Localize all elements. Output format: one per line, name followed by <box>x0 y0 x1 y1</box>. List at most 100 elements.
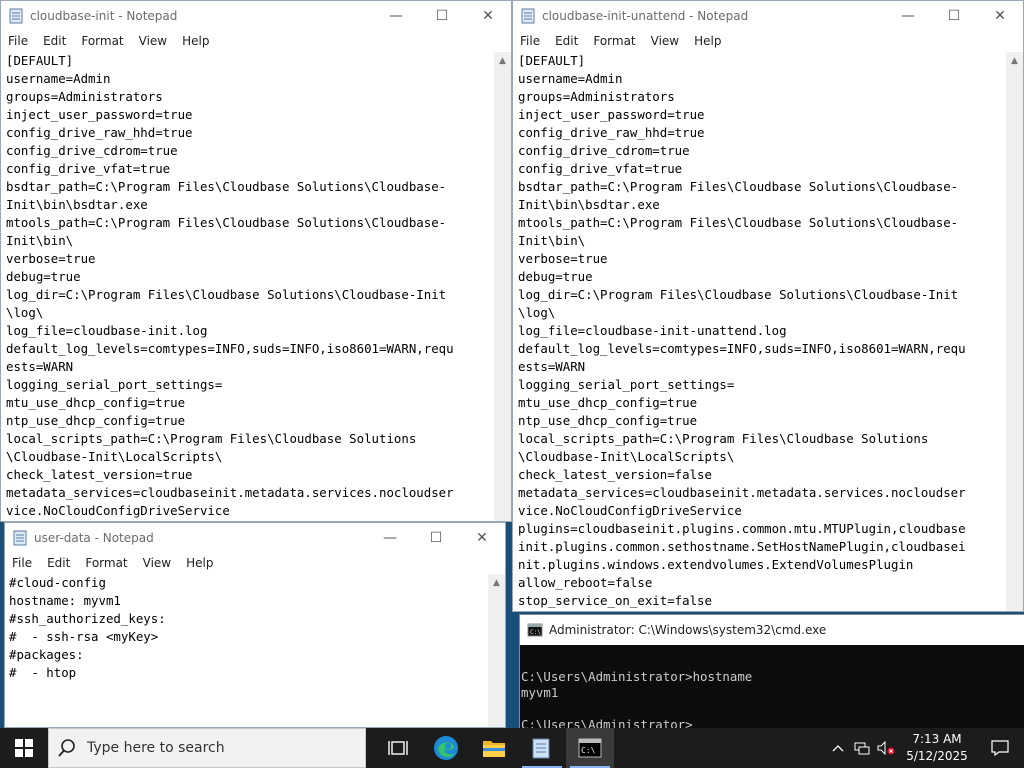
console-output[interactable]: C:\Users\Administrator>hostname myvm1 C:\… <box>520 645 1024 729</box>
close-button[interactable]: ✕ <box>977 1 1023 31</box>
file-explorer-taskbar-button[interactable] <box>470 728 518 768</box>
menu-edit[interactable]: Edit <box>36 34 74 48</box>
text-editor[interactable]: [DEFAULT] username=Admin groups=Administra… <box>1 52 494 521</box>
text-line: logging_serial_port_settings= <box>518 377 735 392</box>
menu-view[interactable]: View <box>132 34 175 48</box>
notepad-window-user-data[interactable]: user-data - Notepad — ☐ ✕ File Edit Form… <box>4 522 506 728</box>
text-editor[interactable]: [DEFAULT] username=Admin groups=Administra… <box>513 52 1006 611</box>
menu-file[interactable]: File <box>1 34 36 48</box>
text-line: log_dir=C:\Program Files\Cloudbase Solut… <box>518 287 959 302</box>
scroll-up-arrow-icon[interactable]: ▲ <box>494 52 511 69</box>
text-line: logging_serial_port_settings= <box>6 377 223 392</box>
menu-file[interactable]: File <box>513 34 548 48</box>
start-button[interactable] <box>0 728 48 768</box>
notepad-window-cloudbase-init-unattend[interactable]: cloudbase-init-unattend - Notepad — ☐ ✕ … <box>512 0 1024 612</box>
close-button[interactable]: ✕ <box>459 523 505 553</box>
clock[interactable]: 7:13 AM 5/12/2025 <box>898 731 976 765</box>
task-view-button[interactable] <box>374 728 422 768</box>
system-tray: 7:13 AM 5/12/2025 <box>826 728 1024 768</box>
notepad-icon <box>532 738 550 759</box>
menu-file[interactable]: File <box>5 556 40 570</box>
text-line: local_scripts_path=C:\Program Files\Clou… <box>518 431 929 446</box>
text-line: # - htop <box>9 665 77 680</box>
menu-help[interactable]: Help <box>687 34 729 48</box>
file-explorer-icon <box>483 741 505 757</box>
text-line: config_drive_raw_hhd=true <box>6 125 193 140</box>
menu-edit[interactable]: Edit <box>40 556 78 570</box>
text-line: init.plugins.common.sethostname.SetHostN… <box>518 539 966 554</box>
notepad-taskbar-button[interactable] <box>518 728 566 768</box>
text-line: #cloud-config <box>9 575 106 590</box>
notification-center-button[interactable] <box>976 740 1024 756</box>
title-bar[interactable]: user-data - Notepad — ☐ ✕ <box>5 523 505 553</box>
text-line: allow_reboot=false <box>518 575 653 590</box>
network-button[interactable] <box>850 741 874 755</box>
menu-help[interactable]: Help <box>179 556 221 570</box>
vertical-scrollbar[interactable]: ▲ <box>1006 52 1023 611</box>
text-line: \log\ <box>518 305 556 320</box>
maximize-button[interactable]: ☐ <box>931 1 977 31</box>
edge-icon <box>434 736 458 760</box>
text-line: # - ssh-rsa <myKey> <box>9 629 159 644</box>
text-line: debug=true <box>518 269 593 284</box>
vertical-scrollbar[interactable]: ▲ <box>494 52 511 521</box>
cmd-taskbar-button[interactable]: C:\ <box>566 728 614 768</box>
close-button[interactable]: ✕ <box>465 1 511 31</box>
menu-view[interactable]: View <box>136 556 179 570</box>
menu-help[interactable]: Help <box>175 34 217 48</box>
text-line: check_latest_version=false <box>518 467 712 482</box>
text-line: Init\bin\ <box>518 233 586 248</box>
title-bar[interactable]: cloudbase-init - Notepad — ☐ ✕ <box>1 1 511 31</box>
scroll-up-arrow-icon[interactable]: ▲ <box>1006 52 1023 69</box>
menu-format[interactable]: Format <box>78 556 135 570</box>
menu-bar: File Edit Format View Help <box>5 553 505 573</box>
text-line: vice.NoCloudConfigDriveService <box>518 503 742 518</box>
text-line: ests=WARN <box>518 359 586 374</box>
volume-muted-icon <box>877 741 895 755</box>
cmd-window[interactable]: C:\ Administrator: C:\Windows\system32\c… <box>519 614 1024 730</box>
text-line: \Cloudbase-Init\LocalScripts\ <box>6 449 223 464</box>
minimize-button[interactable]: — <box>373 1 419 31</box>
edge-taskbar-button[interactable] <box>422 728 470 768</box>
maximize-button[interactable]: ☐ <box>419 1 465 31</box>
text-line: log_dir=C:\Program Files\Cloudbase Solut… <box>6 287 447 302</box>
search-placeholder: Type here to search <box>87 740 225 756</box>
taskbar-search-box[interactable]: Type here to search <box>48 728 366 768</box>
maximize-button[interactable]: ☐ <box>413 523 459 553</box>
minimize-button[interactable]: — <box>885 1 931 31</box>
menu-edit[interactable]: Edit <box>548 34 586 48</box>
menu-format[interactable]: Format <box>586 34 643 48</box>
text-line: config_drive_cdrom=true <box>518 143 690 158</box>
text-line <box>521 701 1024 717</box>
text-line: groups=Administrators <box>518 89 675 104</box>
cmd-icon: C:\ <box>527 623 543 637</box>
show-hidden-icons-button[interactable] <box>826 744 850 752</box>
text-line: debug=true <box>6 269 81 284</box>
scroll-up-arrow-icon[interactable]: ▲ <box>488 574 505 591</box>
window-title: cloudbase-init-unattend - Notepad <box>542 9 749 23</box>
svg-text:C:\: C:\ <box>581 746 596 755</box>
text-line: log_file=cloudbase-init-unattend.log <box>518 323 787 338</box>
volume-button[interactable] <box>874 741 898 755</box>
notepad-window-cloudbase-init[interactable]: cloudbase-init - Notepad — ☐ ✕ File Edit… <box>0 0 512 522</box>
menu-bar: File Edit Format View Help <box>513 31 1023 51</box>
text-line: C:\Users\Administrator>hostname <box>521 669 753 684</box>
title-bar[interactable]: cloudbase-init-unattend - Notepad — ☐ ✕ <box>513 1 1023 31</box>
text-line: stop_service_on_exit=false <box>518 593 712 608</box>
text-line: vice.NoCloudConfigDriveService <box>6 503 230 518</box>
text-line: log_file=cloudbase-init.log <box>6 323 208 338</box>
minimize-button[interactable]: — <box>367 523 413 553</box>
text-line: verbose=true <box>6 251 96 266</box>
notepad-icon <box>13 530 27 546</box>
chevron-up-icon <box>832 745 844 752</box>
text-editor[interactable]: #cloud-config hostname: myvm1 #ssh_authori… <box>5 574 488 727</box>
clock-time: 7:13 AM <box>912 732 962 746</box>
text-line: config_drive_cdrom=true <box>6 143 178 158</box>
menu-view[interactable]: View <box>644 34 687 48</box>
vertical-scrollbar[interactable]: ▲ <box>488 574 505 727</box>
menu-format[interactable]: Format <box>74 34 131 48</box>
title-bar[interactable]: C:\ Administrator: C:\Windows\system32\c… <box>520 615 1024 645</box>
text-line: metadata_services=cloudbaseinit.metadata… <box>6 485 454 500</box>
notepad-icon <box>521 8 535 24</box>
window-title: user-data - Notepad <box>34 531 154 545</box>
